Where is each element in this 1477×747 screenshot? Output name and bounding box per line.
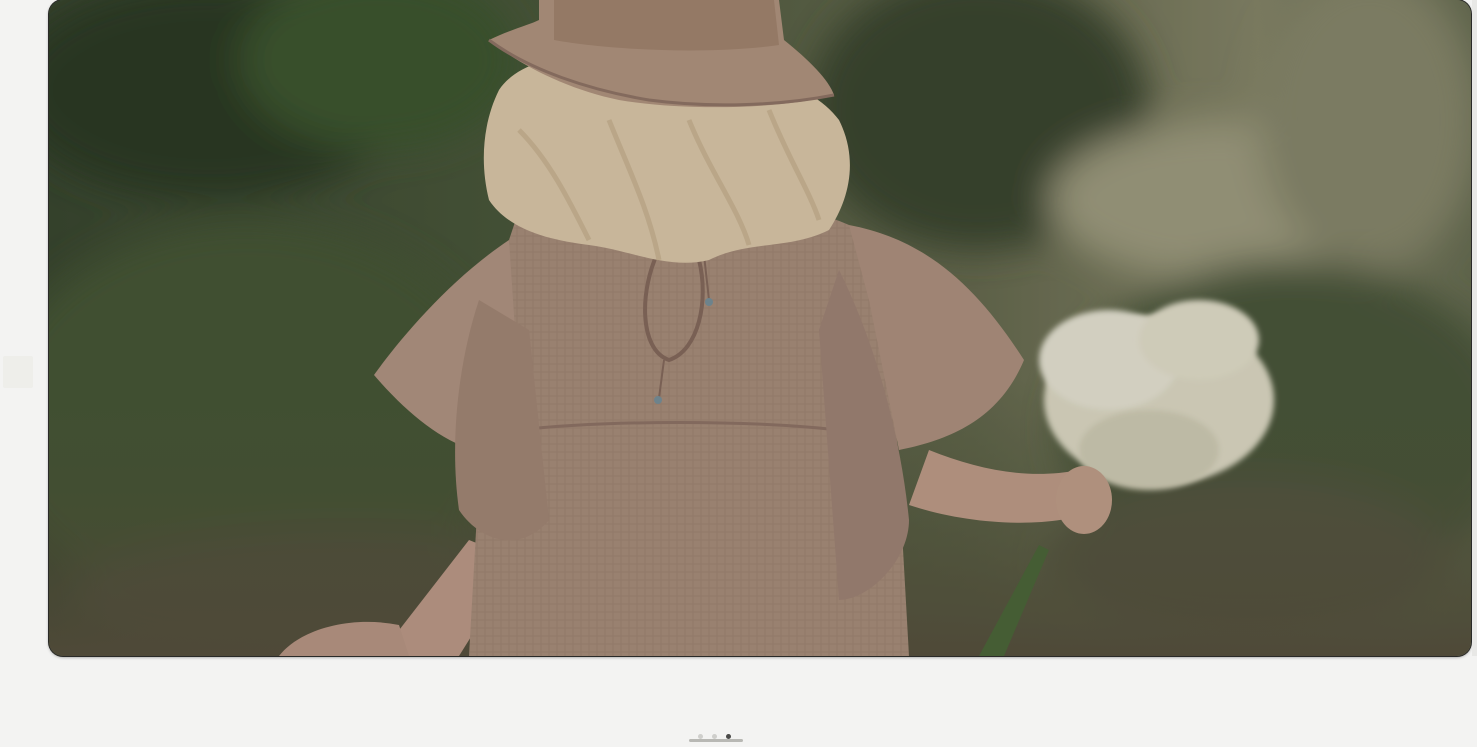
pagination-dot-3[interactable] xyxy=(726,734,731,739)
pagination-dot-1[interactable] xyxy=(698,734,703,739)
carousel-slide[interactable] xyxy=(49,0,1471,656)
carousel-pagination xyxy=(689,730,743,744)
pagination-track xyxy=(689,739,743,742)
previous-slide-peek[interactable] xyxy=(3,356,33,388)
pagination-dot-2[interactable] xyxy=(712,734,717,739)
image-carousel[interactable] xyxy=(0,0,1477,747)
next-slide-peek[interactable] xyxy=(1472,0,1477,656)
slide-photo xyxy=(49,0,1471,656)
